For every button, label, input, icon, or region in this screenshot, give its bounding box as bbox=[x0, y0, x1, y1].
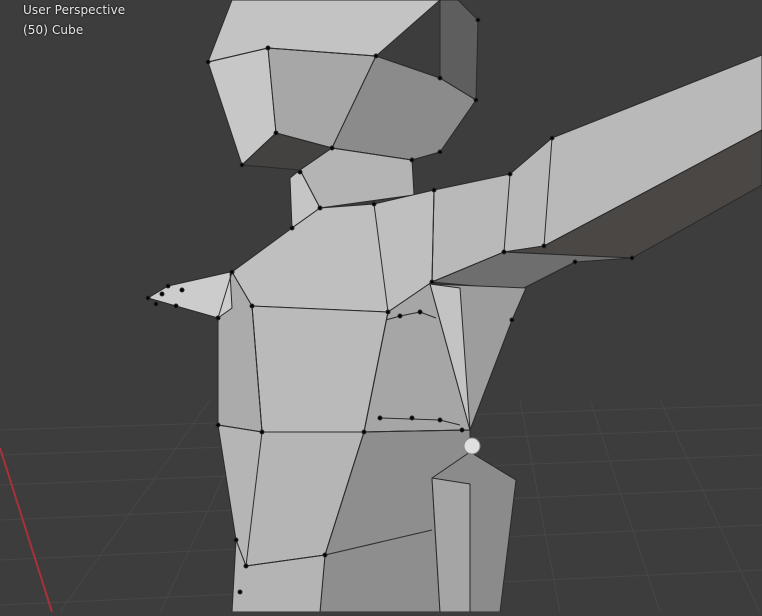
bone-joint[interactable] bbox=[463, 437, 481, 455]
viewport-canvas[interactable] bbox=[0, 0, 762, 613]
viewport-object-label: (50) Cube bbox=[23, 23, 84, 37]
viewport-view-label: User Perspective bbox=[23, 3, 126, 17]
mesh-cube-character[interactable] bbox=[145, 0, 762, 613]
chest-front bbox=[231, 189, 435, 313]
3d-viewport[interactable]: User Perspective (50) Cube bbox=[0, 0, 762, 613]
x-axis-line bbox=[0, 447, 53, 613]
